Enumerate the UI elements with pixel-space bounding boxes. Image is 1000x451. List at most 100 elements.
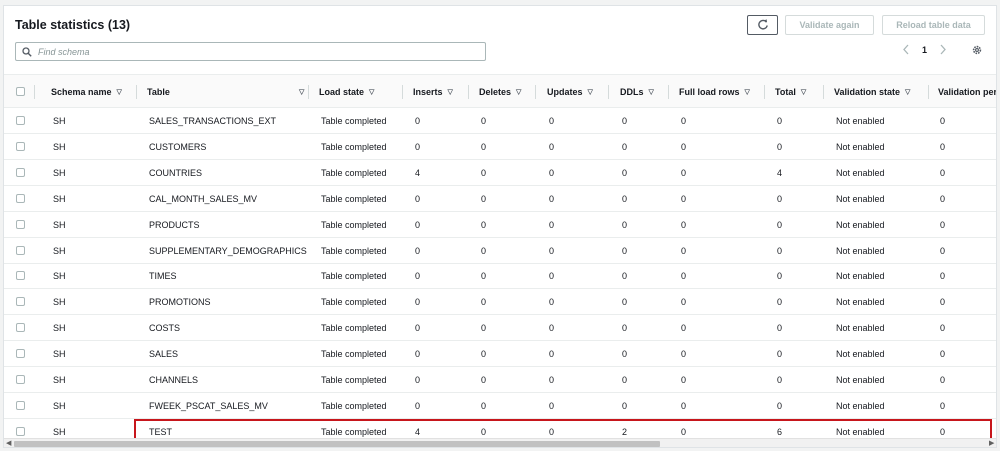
table-row[interactable]: SH PRODUCTS Table completed 0 0 0 0 0 0 Not enabl… <box>4 212 996 238</box>
column-divider[interactable] <box>308 85 309 99</box>
row-checkbox[interactable] <box>16 167 25 177</box>
cell-full-load-rows: 0 <box>681 426 687 437</box>
cell-load-state: Table completed <box>321 426 387 437</box>
table-row[interactable]: SH SUPPLEMENTARY_DEMOGRAPHICS Table comple… <box>4 238 996 264</box>
cell-deletes: 0 <box>481 426 487 437</box>
cell-table: COSTS <box>149 323 181 334</box>
column-divider[interactable] <box>764 85 765 99</box>
column-header-label: Validation state <box>834 87 901 97</box>
sort-icon[interactable]: ▽ <box>299 88 304 96</box>
table-row[interactable]: SH CAL_MONTH_SALES_MV Table completed 0 0 0 0 0… <box>4 186 996 212</box>
column-header-ddls[interactable]: DDLs ▽ <box>620 75 654 109</box>
row-checkbox[interactable] <box>16 297 25 307</box>
row-checkbox[interactable] <box>16 245 25 255</box>
current-page[interactable]: 1 <box>922 45 927 55</box>
horizontal-scrollbar[interactable]: ◀ ▶ <box>4 438 996 447</box>
refresh-icon <box>757 19 768 30</box>
cell-deletes: 0 <box>481 116 487 126</box>
table-row[interactable]: SH SALES Table completed 0 0 0 0 0 0 Not enabled 0 <box>4 341 996 368</box>
reload-table-data-button[interactable]: Reload table data <box>882 15 985 35</box>
scroll-right-icon[interactable]: ▶ <box>989 439 994 447</box>
table-row[interactable]: SH SALES_TRANSACTIONS_EXT Table completed 0… <box>4 108 996 134</box>
cell-validation-state: Not enabled <box>836 297 885 308</box>
column-header-validation-per[interactable]: Validation per <box>938 75 997 109</box>
row-checkbox[interactable] <box>16 141 25 151</box>
sort-icon[interactable]: ▽ <box>745 88 750 96</box>
table-row[interactable]: SH FWEEK_PSCAT_SALES_MV Table completed 0 0 0… <box>4 393 996 419</box>
sort-icon[interactable]: ▽ <box>448 88 453 96</box>
cell-total: 0 <box>777 323 783 334</box>
scrollbar-thumb[interactable] <box>14 441 660 447</box>
column-divider[interactable] <box>34 85 35 99</box>
table-row[interactable]: SH TIMES Table completed 0 0 0 0 0 0 Not enabled 0 <box>4 263 996 290</box>
column-header-label: Inserts <box>413 87 443 97</box>
row-checkbox[interactable] <box>16 193 25 203</box>
cell-updates: 0 <box>549 323 555 334</box>
column-divider[interactable] <box>468 85 469 99</box>
column-header-validation-state[interactable]: Validation state ▽ <box>834 75 910 109</box>
row-checkbox[interactable] <box>16 323 25 333</box>
row-checkbox[interactable] <box>16 400 25 410</box>
cell-load-state: Table completed <box>321 349 387 360</box>
column-header-label: Validation per <box>938 87 997 97</box>
column-header-updates[interactable]: Updates ▽ <box>547 75 593 109</box>
sort-icon[interactable]: ▽ <box>516 88 521 96</box>
row-checkbox[interactable] <box>16 271 25 281</box>
row-checkbox[interactable] <box>16 219 25 229</box>
column-divider[interactable] <box>535 85 536 99</box>
column-divider[interactable] <box>823 85 824 99</box>
cell-inserts: 0 <box>415 219 421 230</box>
sort-icon[interactable]: ▽ <box>369 88 374 96</box>
sort-icon[interactable]: ▽ <box>649 88 654 96</box>
chevron-right-icon[interactable] <box>939 44 947 55</box>
row-checkbox[interactable] <box>16 426 25 436</box>
cell-total: 0 <box>777 193 783 204</box>
cell-validation-per: 0 <box>940 167 946 178</box>
select-all-checkbox[interactable] <box>16 87 25 96</box>
column-divider[interactable] <box>928 85 929 99</box>
sort-icon[interactable]: ▽ <box>117 88 122 96</box>
cell-table: COUNTRIES <box>149 167 203 178</box>
table-row[interactable]: SH PROMOTIONS Table completed 0 0 0 0 0 0 Not ena… <box>4 289 996 316</box>
column-divider[interactable] <box>608 85 609 99</box>
cell-total: 0 <box>777 349 783 360</box>
column-header-load-state[interactable]: Load state ▽ <box>319 75 374 109</box>
column-header-label: Full load rows <box>679 87 740 97</box>
row-checkbox[interactable] <box>16 375 25 384</box>
cell-load-state: Table completed <box>321 297 387 308</box>
column-header-schema-name[interactable]: Schema name ▽ <box>51 75 122 109</box>
search-input[interactable]: Find schema <box>15 42 486 61</box>
table-row[interactable]: SH CUSTOMERS Table completed 0 0 0 0 0 0 Not enab… <box>4 134 996 160</box>
settings-button[interactable] <box>971 44 983 59</box>
column-divider[interactable] <box>668 85 669 99</box>
row-checkbox[interactable] <box>16 116 25 125</box>
refresh-button[interactable] <box>747 15 778 35</box>
validate-again-button[interactable]: Validate again <box>785 15 874 35</box>
cell-table: SALES <box>149 349 179 360</box>
scroll-left-icon[interactable]: ◀ <box>6 439 11 447</box>
table-row[interactable]: SH COUNTRIES Table completed 4 0 0 0 0 4 Not enab… <box>4 160 996 186</box>
column-divider[interactable] <box>402 85 403 99</box>
cell-deletes: 0 <box>481 400 487 411</box>
cell-deletes: 0 <box>481 167 487 178</box>
sort-icon[interactable]: ▽ <box>588 88 593 96</box>
column-header-inserts[interactable]: Inserts ▽ <box>413 75 453 109</box>
cell-ddls: 0 <box>622 245 628 256</box>
column-header-deletes[interactable]: Deletes ▽ <box>479 75 521 109</box>
table-row[interactable]: SH COSTS Table completed 0 0 0 0 0 0 Not enabled 0 <box>4 315 996 342</box>
sort-icon[interactable]: ▽ <box>801 88 806 96</box>
table-row-highlighted[interactable]: SH TEST Table completed 4 0 0 2 0 6 Not enabled 0 <box>4 419 996 438</box>
column-divider[interactable] <box>136 85 137 99</box>
cell-total: 0 <box>777 245 783 256</box>
column-header-total[interactable]: Total ▽ <box>775 75 806 109</box>
cell-inserts: 0 <box>415 271 421 282</box>
column-header-table[interactable]: Table ▽ <box>147 75 304 109</box>
row-checkbox[interactable] <box>16 349 25 359</box>
sort-icon[interactable]: ▽ <box>905 88 910 96</box>
cell-load-state: Table completed <box>321 167 387 178</box>
cell-inserts: 4 <box>415 426 421 437</box>
table-row[interactable]: SH CHANNELS Table completed 0 0 0 0 0 0 Not enabl… <box>4 367 996 393</box>
column-header-full-load-rows[interactable]: Full load rows ▽ <box>679 75 750 109</box>
table-header: Schema name ▽ Table ▽ Load state ▽ Inserts ▽ Del… <box>4 74 997 109</box>
chevron-left-icon[interactable] <box>902 44 910 55</box>
